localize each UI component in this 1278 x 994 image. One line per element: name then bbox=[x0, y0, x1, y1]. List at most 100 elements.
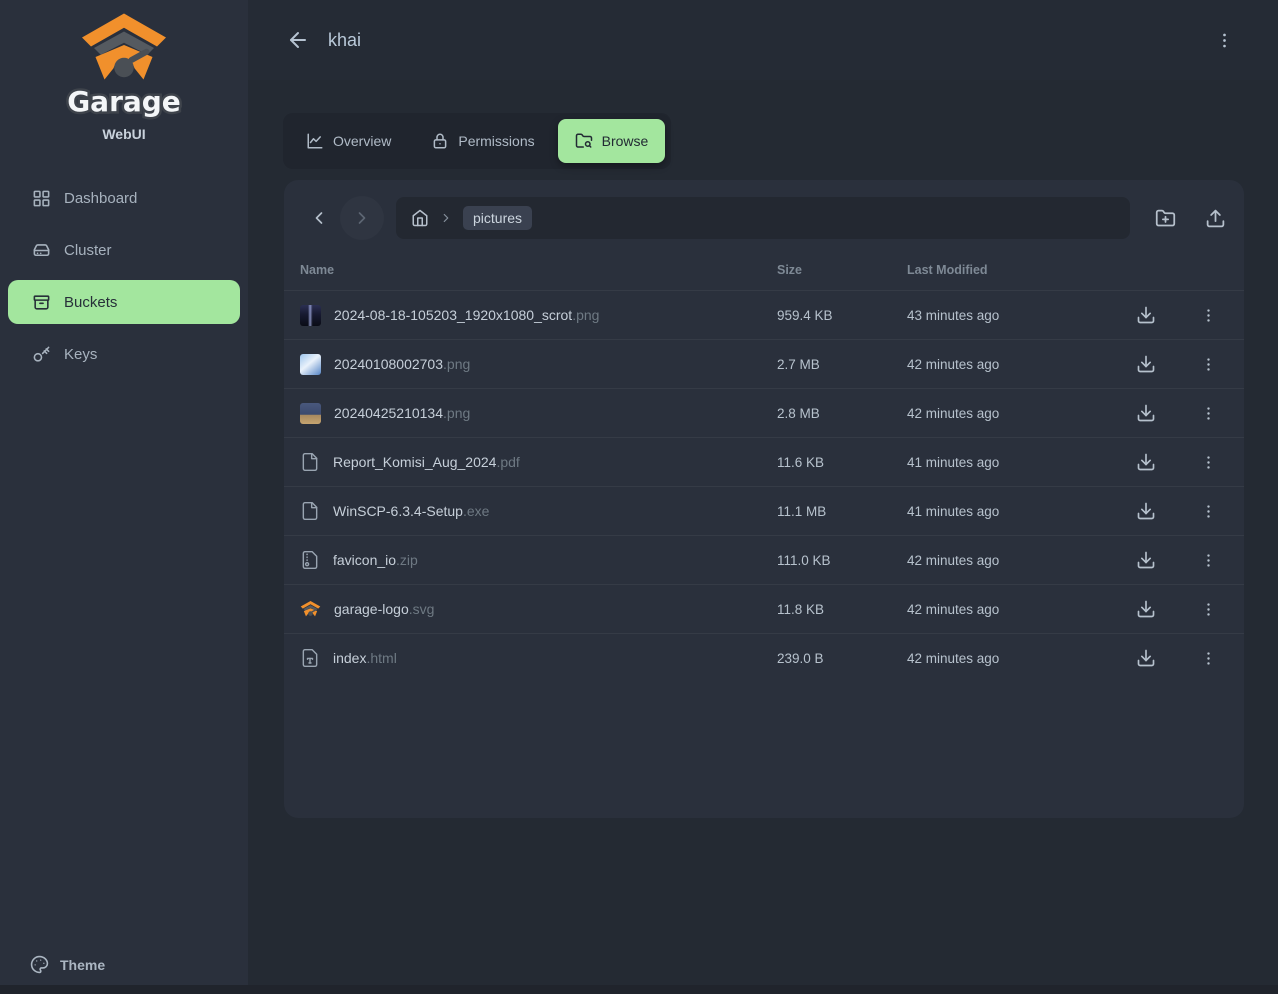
upload-button[interactable] bbox=[1202, 205, 1228, 231]
back-button[interactable] bbox=[284, 26, 312, 54]
table-row[interactable]: garage-logo.svg 11.8 KB 42 minutes ago bbox=[284, 584, 1244, 633]
tab-permissions[interactable]: Permissions bbox=[414, 119, 551, 163]
download-icon bbox=[1136, 354, 1156, 374]
file-actions bbox=[1128, 303, 1228, 327]
file-size: 2.7 MB bbox=[777, 357, 907, 372]
file-name: favicon_io.zip bbox=[333, 552, 418, 568]
sidebar-item-label: Keys bbox=[64, 346, 97, 363]
browse-toolbar: pictures bbox=[284, 180, 1244, 250]
column-last-modified: Last Modified bbox=[907, 263, 1128, 277]
home-icon[interactable] bbox=[411, 209, 429, 227]
file-name: garage-logo.svg bbox=[334, 601, 434, 617]
kebab-icon bbox=[1200, 503, 1217, 520]
row-menu-button[interactable] bbox=[1196, 303, 1220, 327]
sidebar-item-dashboard[interactable]: Dashboard bbox=[8, 176, 240, 220]
main-content: Overview Permissions Browse pictures bbox=[248, 80, 1278, 994]
garage-logo-icon bbox=[79, 12, 169, 84]
file-name: 20240108002703.png bbox=[334, 356, 470, 372]
image-thumbnail bbox=[300, 354, 321, 375]
sidebar-nav: Dashboard Cluster Buckets Keys bbox=[0, 176, 248, 376]
file-name-cell[interactable]: garage-logo.svg bbox=[300, 599, 777, 620]
download-button[interactable] bbox=[1134, 597, 1158, 621]
file-name-cell[interactable]: index.html bbox=[300, 648, 777, 668]
row-menu-button[interactable] bbox=[1196, 401, 1220, 425]
file-size: 111.0 KB bbox=[777, 553, 907, 568]
sidebar-item-label: Cluster bbox=[64, 242, 112, 259]
file-name-cell[interactable]: Report_Komisi_Aug_2024.pdf bbox=[300, 452, 777, 472]
folder-plus-icon bbox=[1155, 208, 1176, 229]
file-type-icon bbox=[300, 648, 320, 668]
file-ext: .exe bbox=[463, 503, 489, 519]
file-size: 959.4 KB bbox=[777, 308, 907, 323]
file-icon bbox=[300, 501, 320, 521]
table-row[interactable]: 20240425210134.png 2.8 MB 42 minutes ago bbox=[284, 388, 1244, 437]
kebab-icon bbox=[1200, 356, 1217, 373]
file-actions bbox=[1128, 352, 1228, 376]
file-basename: favicon_io bbox=[333, 552, 396, 568]
file-basename: 20240425210134 bbox=[334, 405, 443, 421]
download-button[interactable] bbox=[1134, 450, 1158, 474]
folder-search-icon bbox=[575, 132, 593, 150]
download-button[interactable] bbox=[1134, 646, 1158, 670]
file-name-cell[interactable]: 20240425210134.png bbox=[300, 403, 777, 424]
chart-icon bbox=[306, 132, 324, 150]
file-modified: 42 minutes ago bbox=[907, 651, 1128, 666]
tab-browse[interactable]: Browse bbox=[558, 119, 666, 163]
download-button[interactable] bbox=[1134, 352, 1158, 376]
folder-back-button[interactable] bbox=[306, 205, 332, 231]
page-header: khai bbox=[248, 0, 1278, 80]
row-menu-button[interactable] bbox=[1196, 646, 1220, 670]
sidebar-item-cluster[interactable]: Cluster bbox=[8, 228, 240, 272]
file-rows: 2024-08-18-105203_1920x1080_scrot.png 95… bbox=[284, 290, 1244, 682]
kebab-icon bbox=[1200, 454, 1217, 471]
kebab-icon bbox=[1200, 552, 1217, 569]
row-menu-button[interactable] bbox=[1196, 597, 1220, 621]
file-name-cell[interactable]: 2024-08-18-105203_1920x1080_scrot.png bbox=[300, 305, 777, 326]
row-menu-button[interactable] bbox=[1196, 450, 1220, 474]
file-size: 11.1 MB bbox=[777, 504, 907, 519]
file-name: Report_Komisi_Aug_2024.pdf bbox=[333, 454, 520, 470]
breadcrumb-current-folder[interactable]: pictures bbox=[463, 206, 532, 230]
download-icon bbox=[1136, 403, 1156, 423]
file-name-cell[interactable]: favicon_io.zip bbox=[300, 550, 777, 570]
table-row[interactable]: 20240108002703.png 2.7 MB 42 minutes ago bbox=[284, 339, 1244, 388]
row-menu-button[interactable] bbox=[1196, 548, 1220, 572]
breadcrumb[interactable]: pictures bbox=[396, 197, 1130, 239]
file-modified: 43 minutes ago bbox=[907, 308, 1128, 323]
file-name-cell[interactable]: 20240108002703.png bbox=[300, 354, 777, 375]
row-menu-button[interactable] bbox=[1196, 499, 1220, 523]
cluster-icon bbox=[32, 241, 51, 260]
table-row[interactable]: WinSCP-6.3.4-Setup.exe 11.1 MB 41 minute… bbox=[284, 486, 1244, 535]
image-thumbnail bbox=[300, 305, 321, 326]
file-name-cell[interactable]: WinSCP-6.3.4-Setup.exe bbox=[300, 501, 777, 521]
garage-logo-icon bbox=[300, 599, 321, 620]
download-button[interactable] bbox=[1134, 499, 1158, 523]
header-menu-button[interactable] bbox=[1210, 26, 1238, 54]
folder-forward-button[interactable] bbox=[340, 196, 384, 240]
buckets-icon bbox=[32, 293, 51, 312]
download-button[interactable] bbox=[1134, 303, 1158, 327]
file-archive-icon bbox=[300, 550, 320, 570]
new-folder-button[interactable] bbox=[1152, 205, 1178, 231]
file-basename: Report_Komisi_Aug_2024 bbox=[333, 454, 496, 470]
file-ext: .png bbox=[572, 307, 599, 323]
row-menu-button[interactable] bbox=[1196, 352, 1220, 376]
sidebar-item-keys[interactable]: Keys bbox=[8, 332, 240, 376]
bucket-tabs: Overview Permissions Browse bbox=[283, 113, 671, 169]
tab-overview[interactable]: Overview bbox=[289, 119, 408, 163]
table-row[interactable]: favicon_io.zip 111.0 KB 42 minutes ago bbox=[284, 535, 1244, 584]
theme-button[interactable]: Theme bbox=[30, 955, 105, 974]
download-button[interactable] bbox=[1134, 401, 1158, 425]
chevron-separator-icon bbox=[439, 211, 453, 225]
file-ext: .html bbox=[366, 650, 396, 666]
table-row[interactable]: 2024-08-18-105203_1920x1080_scrot.png 95… bbox=[284, 290, 1244, 339]
sidebar-item-buckets[interactable]: Buckets bbox=[8, 280, 240, 324]
file-size: 11.6 KB bbox=[777, 455, 907, 470]
file-actions bbox=[1128, 499, 1228, 523]
download-button[interactable] bbox=[1134, 548, 1158, 572]
file-actions bbox=[1128, 548, 1228, 572]
table-row[interactable]: index.html 239.0 B 42 minutes ago bbox=[284, 633, 1244, 682]
bottom-edge-strip bbox=[0, 985, 1278, 994]
file-modified: 42 minutes ago bbox=[907, 357, 1128, 372]
table-row[interactable]: Report_Komisi_Aug_2024.pdf 11.6 KB 41 mi… bbox=[284, 437, 1244, 486]
